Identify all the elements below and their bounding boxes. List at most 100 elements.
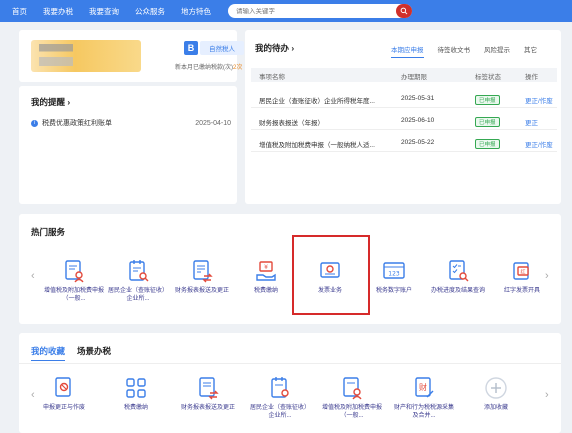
svg-text:红: 红 — [520, 269, 525, 276]
reminder-text: 税费优惠政策红利账单 — [42, 120, 112, 127]
todo-panel: 我的待办 › 本期应申报 待签收文书 风险提示 其它 事项名称 办理期限 标签状… — [245, 30, 561, 204]
service-label: 税务数字账户 — [375, 288, 412, 294]
fav-label: 财产和行为税税源采集及合并... — [393, 405, 454, 419]
service-digital-account[interactable]: 123 税务数字账户 — [363, 258, 425, 296]
row-name: 增值税及附加税费申报（一般纳税人适... — [259, 142, 375, 149]
search-box — [228, 4, 412, 18]
service-label: 财务报表报送及更正 — [174, 288, 229, 294]
report-swap-icon — [195, 375, 221, 401]
red-invoice-icon: 红 — [509, 258, 535, 284]
correction-icon — [51, 375, 77, 401]
todo-title[interactable]: 我的待办 › — [255, 42, 294, 54]
doc-person-icon — [339, 375, 365, 401]
report-swap-icon — [189, 258, 215, 284]
fav-add-button[interactable]: 添加收藏 — [465, 375, 527, 413]
grid-apps-icon — [123, 375, 149, 401]
pay-icon: ¥ — [253, 258, 279, 284]
row-deadline: 2025-06-10 — [401, 117, 435, 124]
tab-risk[interactable]: 风险提示 — [484, 44, 510, 58]
table-row: 居民企业（查账征收）企业所得税年度... 2025-05-31 已申报 更正/作… — [251, 92, 557, 108]
service-vat-filing[interactable]: 增值税及附加税费申报（一般... — [43, 258, 105, 303]
svg-text:财: 财 — [419, 382, 427, 392]
user-note: 新本月已缴纳税款(次)2次 — [175, 62, 242, 71]
row-action-link[interactable]: 更正/作废 — [525, 139, 565, 149]
company-name-redacted — [31, 40, 141, 72]
service-red-invoice[interactable]: 红 红字发票开具 — [491, 258, 553, 296]
row-status: 已申报 — [475, 139, 515, 149]
fav-corporate-income-tax[interactable]: 居民企业（查账征收）企业所... — [249, 375, 311, 420]
search-icon — [400, 7, 408, 15]
service-label: 居民企业（查账征收）企业所... — [107, 288, 168, 302]
svg-text:¥: ¥ — [264, 264, 268, 271]
search-button[interactable] — [396, 4, 412, 18]
fav-tax-payment[interactable]: 税费缴纳 — [105, 375, 167, 413]
favorites-tabs: 我的收藏 场景办税 — [31, 345, 123, 361]
digital-account-icon: 123 — [381, 258, 407, 284]
row-status: 已申报 — [475, 117, 515, 127]
service-financial-report[interactable]: 财务报表报送及更正 — [171, 258, 233, 296]
chevron-right-icon[interactable]: › — [545, 389, 549, 401]
tab-documents[interactable]: 待签收文书 — [438, 44, 471, 58]
user-note-text: 新本月已缴纳税款(次) — [175, 65, 233, 71]
row-status: 已申报 — [475, 95, 515, 105]
calendar-doc-icon — [267, 375, 293, 401]
taxpayer-type-badge: 自然税人 — [200, 41, 244, 55]
divider — [19, 363, 561, 364]
todo-tabs: 本期应申报 待签收文书 风险提示 其它 — [391, 44, 551, 58]
fav-label: 财务报表报送及更正 — [180, 405, 235, 411]
service-progress-query[interactable]: 办税进度及结果查询 — [427, 258, 489, 296]
fav-vat-filing[interactable]: 增值税及附加税费申报（一般... — [321, 375, 383, 420]
hot-services-title: 热门服务 — [31, 227, 66, 237]
table-row: 增值税及附加税费申报（一般纳税人适... 2025-05-22 已申报 更正/作… — [251, 136, 557, 152]
status-badge: 已申报 — [475, 117, 500, 127]
tab-my-favorites[interactable]: 我的收藏 — [31, 345, 66, 361]
header-status: 标签状态 — [475, 74, 501, 81]
hot-services-panel: 热门服务 ‹ › 增值税及附加税费申报（一般... 居民企业（查账征收）企业所.… — [19, 214, 561, 324]
nav-file-tax[interactable]: 我要办税 — [43, 6, 73, 17]
row-deadline: 2025-05-22 — [401, 139, 435, 146]
fav-label: 增值税及附加税费申报（一般... — [321, 405, 382, 419]
property-tax-icon: 财 — [411, 375, 437, 401]
status-badge: 已申报 — [475, 139, 500, 149]
user-note-count: 2次 — [233, 65, 243, 71]
fav-financial-report[interactable]: 财务报表报送及更正 — [177, 375, 239, 413]
user-card: B 自然税人 新本月已缴纳税款(次)2次 — [19, 30, 244, 82]
reminders-title[interactable]: 我的提醒 › — [31, 96, 70, 108]
calendar-doc-icon — [125, 258, 151, 284]
tab-other[interactable]: 其它 — [524, 44, 537, 58]
header-deadline: 办理期限 — [401, 74, 427, 81]
nav-local-feature[interactable]: 地方特色 — [181, 6, 211, 17]
table-row: 财务报表报送（年报） 2025-06-10 已申报 更正 — [251, 114, 557, 130]
row-action-link[interactable]: 更正 — [525, 117, 565, 127]
top-nav-bar: 首页 我要办税 我要查询 公众服务 地方特色 — [0, 0, 572, 22]
row-deadline: 2025-05-31 — [401, 95, 435, 102]
tab-scenario-tax[interactable]: 场景办税 — [77, 345, 111, 361]
fav-label: 申报更正与作废 — [42, 405, 85, 411]
tab-current-filing[interactable]: 本期应申报 — [391, 44, 424, 58]
reminder-item[interactable]: i 税费优惠政策红利账单 2025-04-10 — [31, 118, 231, 128]
search-input[interactable] — [236, 7, 386, 15]
service-tax-payment[interactable]: ¥ 税费缴纳 — [235, 258, 297, 296]
todo-table-header: 事项名称 办理期限 标签状态 操作 — [251, 68, 557, 82]
header-action: 操作 — [525, 74, 538, 81]
chevron-left-icon[interactable]: ‹ — [31, 270, 35, 282]
service-label: 办税进度及结果查询 — [430, 288, 485, 294]
doc-person-icon — [61, 258, 87, 284]
service-label: 税费缴纳 — [253, 288, 278, 294]
service-corporate-income-tax[interactable]: 居民企业（查账征收）企业所... — [107, 258, 169, 303]
service-label: 红字发票开具 — [503, 288, 540, 294]
taxpayer-level-badge: B — [184, 41, 198, 55]
header-name: 事项名称 — [259, 74, 285, 81]
row-name: 居民企业（查账征收）企业所得税年度... — [259, 98, 375, 105]
svg-text:123: 123 — [388, 271, 400, 278]
row-action-link[interactable]: 更正/作废 — [525, 95, 565, 105]
fav-property-tax[interactable]: 财 财产和行为税税源采集及合并... — [393, 375, 455, 420]
nav-public-service[interactable]: 公众服务 — [135, 6, 165, 17]
nav-home[interactable]: 首页 — [12, 6, 27, 17]
service-label: 增值税及附加税费申报（一般... — [43, 288, 104, 302]
fav-correction[interactable]: 申报更正与作废 — [33, 375, 95, 413]
row-name: 财务报表报送（年报） — [259, 120, 324, 127]
nav-query[interactable]: 我要查询 — [89, 6, 119, 17]
info-icon: i — [31, 119, 38, 127]
fav-label: 居民企业（查账征收）企业所... — [249, 405, 310, 419]
